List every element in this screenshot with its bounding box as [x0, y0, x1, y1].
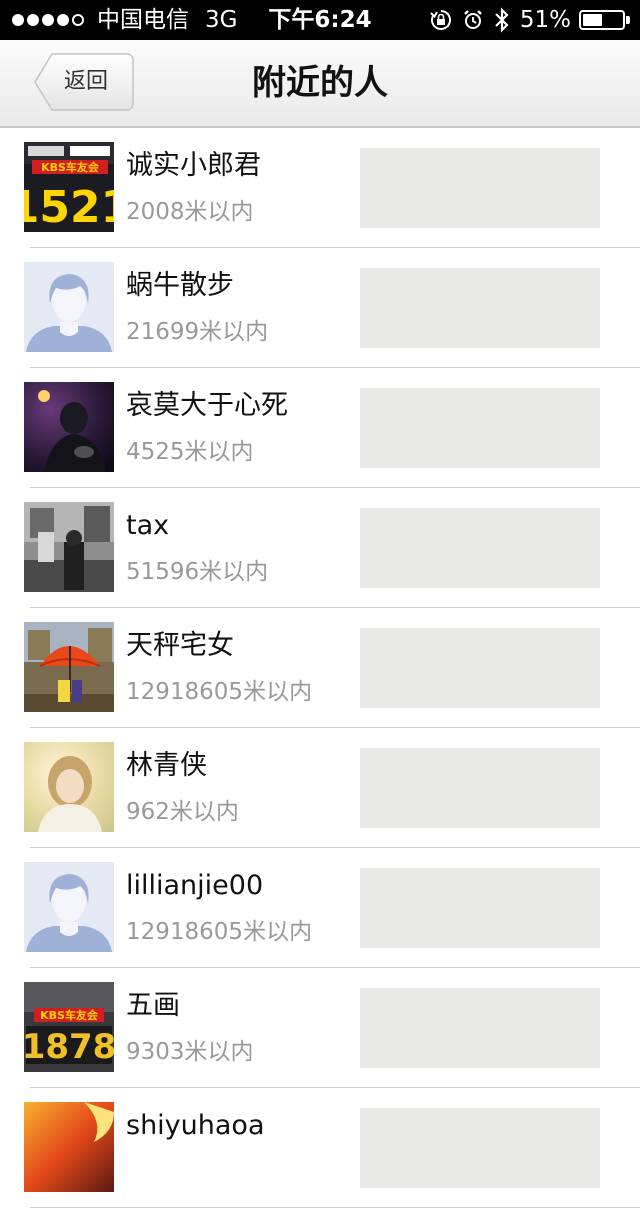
- person-distance: 12918605米以内: [126, 919, 313, 945]
- svg-text:KBS车友会: KBS车友会: [41, 160, 100, 174]
- bluetooth-icon: [494, 7, 510, 33]
- person-distance: 51596米以内: [126, 559, 269, 585]
- list-item[interactable]: KBS车友会 1521 诚实小郎君 2008米以内: [0, 128, 640, 248]
- list-item[interactable]: 哀莫大于心死 4525米以内: [0, 368, 640, 488]
- list-item[interactable]: KBS车友会 1878 五画 9303米以内: [0, 968, 640, 1088]
- person-name: 天秤宅女: [126, 630, 234, 661]
- list-item[interactable]: lillianjie00 12918605米以内: [0, 848, 640, 968]
- person-distance: 4525米以内: [126, 439, 254, 465]
- kbs-1878-avatar: KBS车友会 1878: [24, 982, 114, 1072]
- back-button-label: 返回: [64, 69, 109, 94]
- photo-thumbnail-placeholder: [360, 748, 600, 828]
- carrier-name: 中国电信: [97, 7, 189, 33]
- person-distance: 12918605米以内: [126, 679, 313, 705]
- nearby-people-list: KBS车友会 1521 诚实小郎君 2008米以内 蜗牛散步 21699米以内: [0, 128, 640, 1208]
- status-bar: 中国电信 3G 下午6:24 51%: [0, 0, 640, 40]
- person-name: tax: [126, 510, 170, 541]
- photo-thumbnail-placeholder: [360, 148, 600, 228]
- photo-thumbnail-placeholder: [360, 268, 600, 348]
- rotation-lock-icon: [430, 9, 452, 31]
- photo-thumbnail-placeholder: [360, 388, 600, 468]
- list-item[interactable]: 天秤宅女 12918605米以内: [0, 608, 640, 728]
- person-name: 五画: [126, 990, 180, 1021]
- signal-strength-icon: [12, 14, 87, 26]
- list-item[interactable]: tax 51596米以内: [0, 488, 640, 608]
- status-right: 51%: [420, 0, 630, 40]
- umbrella-cartoon-avatar: [24, 622, 114, 712]
- person-distance: 9303米以内: [126, 1039, 254, 1065]
- person-distance: 962米以内: [126, 799, 239, 825]
- photo-thumbnail-placeholder: [360, 628, 600, 708]
- default-person-avatar: [24, 862, 114, 952]
- person-distance: 21699米以内: [126, 319, 269, 345]
- alarm-icon: [462, 9, 484, 31]
- girl-photo-avatar: [24, 742, 114, 832]
- kbs-1521-avatar: KBS车友会 1521: [24, 142, 114, 232]
- svg-text:1521: 1521: [24, 182, 114, 232]
- default-person-avatar: [24, 262, 114, 352]
- dark-photo-avatar: [24, 382, 114, 472]
- person-name: shiyuhaoa: [126, 1110, 265, 1141]
- svg-text:1878: 1878: [24, 1027, 114, 1067]
- back-button[interactable]: 返回: [34, 53, 134, 111]
- fire-avatar: [24, 1102, 114, 1192]
- list-item[interactable]: shiyuhaoa: [0, 1088, 640, 1208]
- network-type: 3G: [205, 7, 238, 33]
- status-left: 中国电信 3G: [12, 0, 237, 40]
- person-name: 林青侠: [126, 750, 207, 781]
- person-name: lillianjie00: [126, 870, 264, 901]
- battery-icon: [579, 10, 625, 30]
- photo-thumbnail-placeholder: [360, 508, 600, 588]
- photo-thumbnail-placeholder: [360, 1108, 600, 1188]
- street-bw-avatar: [24, 502, 114, 592]
- list-item[interactable]: 蜗牛散步 21699米以内: [0, 248, 640, 368]
- person-name: 诚实小郎君: [126, 150, 261, 181]
- list-item[interactable]: 林青侠 962米以内: [0, 728, 640, 848]
- photo-thumbnail-placeholder: [360, 868, 600, 948]
- photo-thumbnail-placeholder: [360, 988, 600, 1068]
- navigation-bar: 返回 附近的人: [0, 40, 640, 128]
- battery-percentage: 51%: [519, 7, 571, 33]
- person-name: 蜗牛散步: [126, 270, 234, 301]
- person-name: 哀莫大于心死: [126, 390, 288, 421]
- svg-text:KBS车友会: KBS车友会: [40, 1008, 99, 1022]
- person-distance: 2008米以内: [126, 199, 254, 225]
